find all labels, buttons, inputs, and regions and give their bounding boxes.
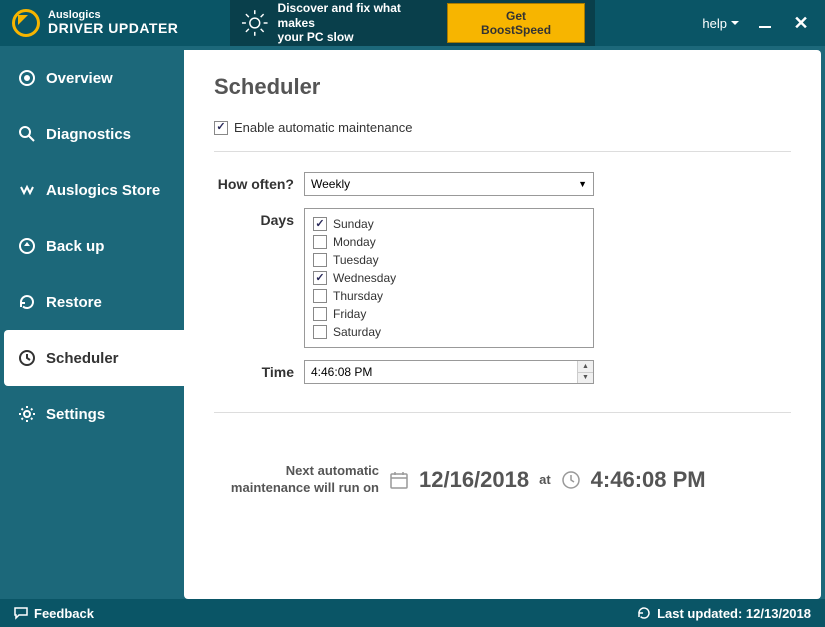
next-run-time: 4:46:08 PM	[591, 467, 706, 493]
days-box: Sunday Monday Tuesday Wednesday Thursday Frid…	[304, 208, 594, 348]
next-run-row: Next automatic maintenance will run on 1…	[214, 463, 791, 497]
sidebar-item-settings[interactable]: Settings	[4, 386, 184, 442]
sidebar-item-label: Auslogics Store	[46, 182, 160, 199]
gear-icon	[18, 405, 36, 423]
day-row-monday[interactable]: Monday	[313, 233, 585, 251]
time-input[interactable]	[305, 361, 577, 383]
content-panel: Scheduler Enable automatic maintenance H…	[184, 50, 821, 599]
last-updated[interactable]: Last updated: 12/13/2018	[637, 606, 811, 621]
enable-maintenance-label: Enable automatic maintenance	[234, 120, 413, 135]
feedback-link[interactable]: Feedback	[14, 606, 94, 621]
close-button[interactable]: ✕	[791, 13, 811, 34]
sidebar: Overview Diagnostics Auslogics Store Bac…	[4, 50, 184, 599]
day-row-thursday[interactable]: Thursday	[313, 287, 585, 305]
divider	[214, 151, 791, 152]
sidebar-item-scheduler[interactable]: Scheduler	[4, 330, 185, 386]
next-run-label: Next automatic maintenance will run on	[214, 463, 379, 497]
divider	[214, 412, 791, 413]
day-row-sunday[interactable]: Sunday	[313, 215, 585, 233]
chat-icon	[14, 606, 28, 620]
clock-icon	[18, 349, 36, 367]
refresh-icon	[637, 606, 651, 620]
logo-area: Auslogics DRIVER UPDATER	[0, 0, 230, 46]
sidebar-item-label: Overview	[46, 70, 113, 87]
day-row-friday[interactable]: Friday	[313, 305, 585, 323]
sidebar-item-label: Back up	[46, 238, 104, 255]
at-text: at	[539, 472, 551, 487]
day-checkbox[interactable]	[313, 271, 327, 285]
get-boostspeed-button[interactable]: Get BoostSpeed	[447, 3, 585, 43]
day-label: Monday	[333, 235, 376, 249]
next-run-date: 12/16/2018	[419, 467, 529, 493]
day-checkbox[interactable]	[313, 289, 327, 303]
day-label: Tuesday	[333, 253, 379, 267]
day-label: Friday	[333, 307, 366, 321]
sidebar-item-overview[interactable]: Overview	[4, 50, 184, 106]
day-label: Saturday	[333, 325, 381, 339]
sidebar-item-label: Scheduler	[46, 350, 119, 367]
day-checkbox[interactable]	[313, 325, 327, 339]
sidebar-item-backup[interactable]: Back up	[4, 218, 184, 274]
day-checkbox[interactable]	[313, 217, 327, 231]
sidebar-item-restore[interactable]: Restore	[4, 274, 184, 330]
how-often-dropdown[interactable]: Weekly	[304, 172, 594, 196]
calendar-icon	[389, 470, 409, 490]
clock-icon	[561, 470, 581, 490]
day-row-tuesday[interactable]: Tuesday	[313, 251, 585, 269]
day-label: Thursday	[333, 289, 383, 303]
time-spinner[interactable]: ▲ ▼	[304, 360, 594, 384]
search-icon	[18, 125, 36, 143]
target-icon	[18, 69, 36, 87]
backup-icon	[18, 237, 36, 255]
days-label: Days	[214, 208, 304, 228]
day-checkbox[interactable]	[313, 253, 327, 267]
sidebar-item-label: Settings	[46, 406, 105, 423]
app-logo-icon	[12, 9, 40, 37]
day-label: Wednesday	[333, 271, 396, 285]
page-title: Scheduler	[214, 74, 791, 100]
time-label: Time	[214, 360, 304, 380]
day-checkbox[interactable]	[313, 307, 327, 321]
day-checkbox[interactable]	[313, 235, 327, 249]
sidebar-item-diagnostics[interactable]: Diagnostics	[4, 106, 184, 162]
promo-bar: Discover and fix what makes your PC slow…	[230, 0, 595, 46]
minimize-button[interactable]	[759, 18, 771, 28]
sidebar-item-label: Diagnostics	[46, 126, 131, 143]
titlebar: Auslogics DRIVER UPDATER Discover and fi…	[0, 0, 825, 46]
time-down-button[interactable]: ▼	[578, 373, 593, 384]
sidebar-item-label: Restore	[46, 294, 102, 311]
enable-maintenance-checkbox[interactable]	[214, 121, 228, 135]
day-row-saturday[interactable]: Saturday	[313, 323, 585, 341]
store-icon	[18, 181, 36, 199]
time-up-button[interactable]: ▲	[578, 361, 593, 373]
help-menu[interactable]: help	[702, 16, 739, 31]
day-row-wednesday[interactable]: Wednesday	[313, 269, 585, 287]
sidebar-item-store[interactable]: Auslogics Store	[4, 162, 184, 218]
footer: Feedback Last updated: 12/13/2018	[0, 599, 825, 627]
promo-text: Discover and fix what makes your PC slow	[278, 1, 440, 44]
how-often-label: How often?	[214, 172, 304, 192]
product-name: DRIVER UPDATER	[48, 21, 178, 36]
sun-icon	[240, 8, 270, 38]
day-label: Sunday	[333, 217, 374, 231]
restore-icon	[18, 293, 36, 311]
